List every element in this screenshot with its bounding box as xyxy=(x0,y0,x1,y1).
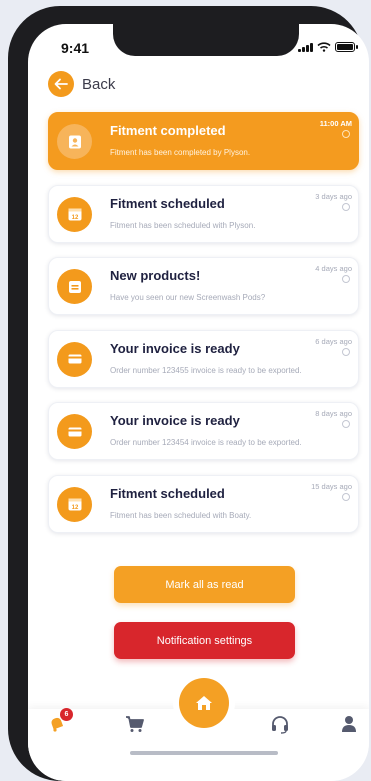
clock-icon xyxy=(342,492,350,501)
notification-time: 8 days ago xyxy=(315,409,352,418)
wifi-icon xyxy=(317,42,331,52)
notification-settings-button[interactable]: Notification settings xyxy=(114,622,295,659)
box-icon xyxy=(57,269,92,304)
clock-icon xyxy=(342,130,350,138)
status-time: 9:41 xyxy=(61,40,90,56)
notification-description: Order number 123455 invoice is ready to … xyxy=(110,365,302,375)
notification-card[interactable]: Your invoice is ready Order number 12345… xyxy=(48,329,359,388)
svg-text:12: 12 xyxy=(71,505,78,511)
notification-description: Have you seen our new Screenwash Pods? xyxy=(110,293,266,302)
notification-description: Fitment has been completed by Plyson. xyxy=(110,148,251,157)
clock-icon xyxy=(342,420,350,428)
clock-icon xyxy=(342,347,350,356)
tab-profile[interactable] xyxy=(341,715,357,738)
notification-description: Fitment has been scheduled with Boaty. xyxy=(110,510,252,520)
back-button[interactable]: Back xyxy=(48,71,115,97)
notification-card[interactable]: New products! Have you seen our new Scre… xyxy=(48,257,359,315)
notification-count-badge: 6 xyxy=(60,708,73,721)
notification-time: 11:00 AM xyxy=(319,119,352,128)
battery-icon xyxy=(335,42,358,52)
notification-description: Fitment has been scheduled with Plyson. xyxy=(110,220,256,230)
notification-title: New products! xyxy=(110,268,201,283)
headset-icon xyxy=(272,716,288,734)
notification-title: Your invoice is ready xyxy=(110,340,240,356)
notification-title: Your invoice is ready xyxy=(110,413,240,428)
clock-icon xyxy=(342,275,350,283)
notification-time: 3 days ago xyxy=(315,191,352,201)
back-label: Back xyxy=(82,75,116,93)
calendar-icon: 12 xyxy=(57,486,92,522)
contact-card-icon xyxy=(57,124,92,159)
notification-time: 15 days ago xyxy=(311,481,352,491)
notification-title: Fitment completed xyxy=(110,123,226,138)
back-arrow-icon xyxy=(48,71,74,97)
notification-title: Fitment scheduled xyxy=(110,195,225,211)
notification-card[interactable]: Fitment completed Fitment has been compl… xyxy=(48,112,359,170)
notification-time: 4 days ago xyxy=(315,264,352,273)
credit-card-icon xyxy=(57,341,92,377)
notification-card[interactable]: 12 Fitment scheduled Fitment has been sc… xyxy=(48,474,359,533)
tab-cart[interactable] xyxy=(125,715,145,738)
status-icons xyxy=(298,42,358,52)
phone-frame: 9:41 Back Fitment completed Fitment has … xyxy=(8,6,369,781)
mark-all-read-button[interactable]: Mark all as read xyxy=(114,566,295,603)
tab-support[interactable] xyxy=(270,715,290,740)
notification-card[interactable]: Your invoice is ready Order number 12345… xyxy=(48,402,359,460)
cart-icon xyxy=(126,716,144,732)
home-icon xyxy=(196,696,212,710)
signal-icon xyxy=(298,42,313,52)
notification-list: Fitment completed Fitment has been compl… xyxy=(48,112,359,547)
tab-notifications[interactable]: 6 xyxy=(48,708,73,738)
notification-title: Fitment scheduled xyxy=(110,485,225,501)
notification-description: Order number 123454 invoice is ready to … xyxy=(110,438,302,447)
clock-icon xyxy=(342,202,350,211)
tab-home[interactable] xyxy=(179,678,229,728)
user-icon xyxy=(342,716,356,732)
home-indicator xyxy=(130,751,278,755)
calendar-icon: 12 xyxy=(57,196,92,232)
svg-text:12: 12 xyxy=(71,215,78,221)
device-notch xyxy=(113,24,299,56)
credit-card-icon xyxy=(57,414,92,449)
app-screen: 9:41 Back Fitment completed Fitment has … xyxy=(28,24,369,781)
notification-time: 6 days ago xyxy=(315,336,352,346)
notification-card[interactable]: 12 Fitment scheduled Fitment has been sc… xyxy=(48,184,359,243)
